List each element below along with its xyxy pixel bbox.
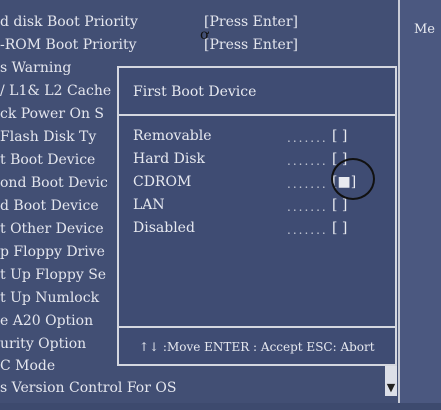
menu-item-flash-disk-type[interactable]: Flash Disk Ty [0, 129, 96, 145]
option-dots: ....... [287, 131, 328, 145]
menu-item-cache[interactable]: / L1& L2 Cache [0, 83, 111, 99]
help-panel-label: Me [414, 22, 436, 37]
option-radio-disabled[interactable]: [ ] [332, 220, 347, 236]
option-disabled[interactable]: Disabled [133, 220, 195, 236]
option-cdrom[interactable]: CDROM [133, 174, 191, 190]
option-removable[interactable]: Removable [133, 128, 212, 144]
dialog-title: First Boot Device [133, 84, 257, 100]
option-hard-disk[interactable]: Hard Disk [133, 151, 205, 167]
option-dots: ....... [287, 200, 328, 214]
value-cdrom-boot-priority[interactable]: [Press Enter] [204, 37, 298, 53]
first-boot-device-dialog: First Boot Device Removable ....... [ ] … [117, 66, 397, 366]
menu-item-second-boot-device[interactable]: ond Boot Devic [0, 175, 108, 191]
pointer-cursor-icon: ơ [200, 27, 209, 43]
menu-item-swap-floppy-drive[interactable]: p Floppy Drive [0, 244, 105, 260]
menu-item-hard-disk-boot-priority[interactable]: d disk Boot Priority [0, 14, 138, 30]
menu-item-gate-a20-option[interactable]: e A20 Option [0, 313, 93, 329]
menu-item-cdrom-boot-priority[interactable]: -ROM Boot Priority [0, 37, 136, 53]
menu-item-mps-version-control[interactable]: s Version Control For OS [0, 380, 176, 396]
option-lan[interactable]: LAN [133, 197, 165, 213]
option-dots: ....... [287, 154, 328, 168]
dialog-title-bar: First Boot Device [119, 68, 395, 116]
selection-highlight-circle [331, 158, 375, 200]
menu-item-boot-up-floppy-seek[interactable]: t Up Floppy Se [0, 267, 106, 283]
menu-item-apic-mode[interactable]: C Mode [0, 358, 55, 374]
option-radio-removable[interactable]: [ ] [332, 128, 347, 144]
value-hard-disk-boot-priority[interactable]: [Press Enter] [204, 14, 298, 30]
dialog-footer: ↑↓ :Move ENTER : Accept ESC: Abort [119, 326, 395, 366]
bios-screen: d disk Boot Priority [Press Enter] -ROM … [0, 0, 441, 403]
option-dots: ....... [287, 223, 328, 237]
key-hints: ↑↓ :Move ENTER : Accept ESC: Abort [139, 340, 375, 354]
menu-item-virus-warning[interactable]: s Warning [0, 60, 71, 76]
menu-item-security-option[interactable]: urity Option [0, 336, 86, 352]
menu-item-boot-up-numlock[interactable]: t Up Numlock [0, 290, 99, 306]
menu-item-third-boot-device[interactable]: d Boot Device [0, 198, 99, 214]
option-dots: ....... [287, 177, 328, 191]
option-radio-lan[interactable]: [ ] [332, 197, 347, 213]
scroll-down-arrow-icon[interactable]: ▼ [385, 366, 397, 396]
menu-item-first-boot-device[interactable]: t Boot Device [0, 152, 95, 168]
menu-item-quick-power-on[interactable]: ck Power On S [0, 106, 104, 122]
menu-item-boot-other-device[interactable]: t Other Device [0, 221, 104, 237]
item-help-panel: Me [398, 0, 441, 403]
